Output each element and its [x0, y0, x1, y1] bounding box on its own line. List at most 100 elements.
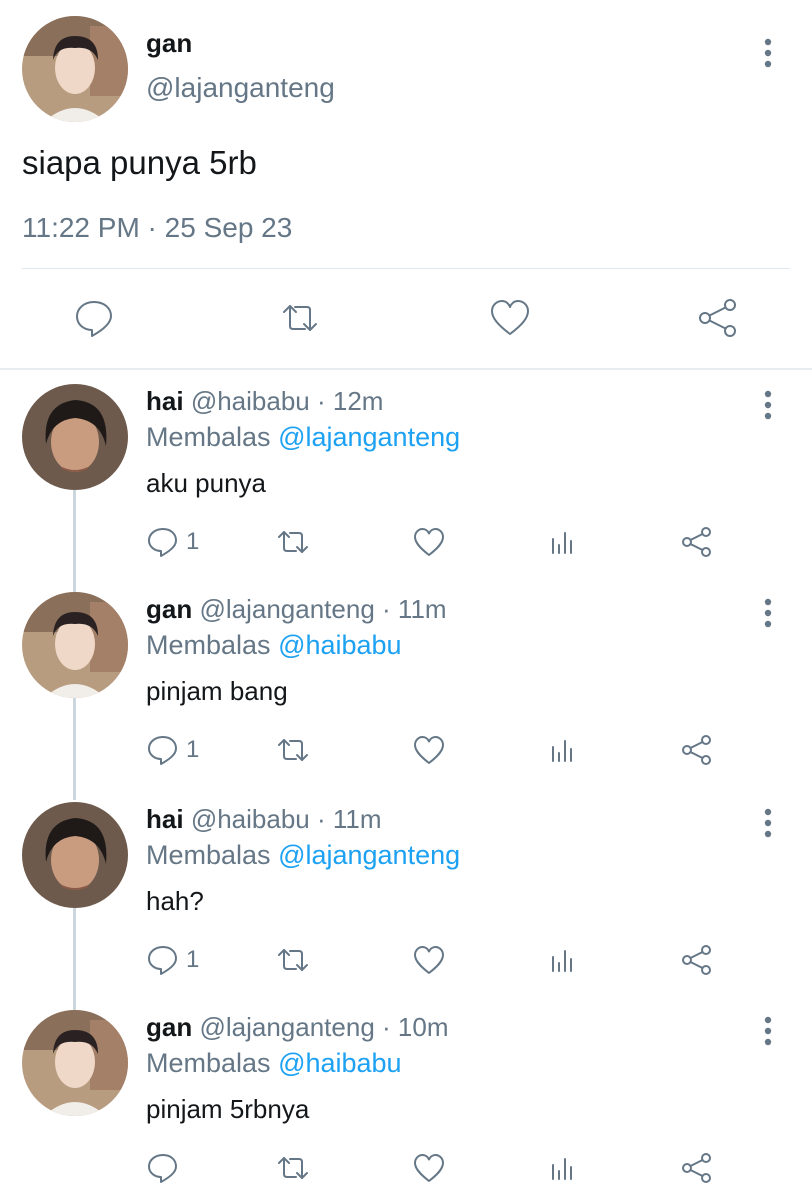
reply-header: gan @lajanganteng · 10m — [146, 1012, 449, 1043]
more-options-icon[interactable] — [760, 598, 776, 628]
more-options-icon[interactable] — [760, 390, 776, 420]
like-button[interactable] — [412, 732, 446, 768]
reply-avatar[interactable] — [22, 592, 128, 698]
replying-label: Membalas — [146, 840, 271, 870]
retweet-button[interactable] — [276, 1150, 310, 1186]
like-icon — [414, 736, 444, 764]
reply-time: 11m — [397, 594, 447, 624]
tweet-text: siapa punya 5rb — [22, 144, 257, 181]
reply-tweet: hai @haibabu · 12m Membalas @lajanganten… — [0, 370, 812, 578]
reply-text: aku punya — [146, 468, 266, 498]
divider — [22, 268, 790, 269]
reply-time: 12m — [332, 386, 384, 416]
share-icon[interactable] — [696, 296, 740, 340]
share-icon — [682, 735, 711, 765]
reply-icon[interactable] — [72, 296, 116, 340]
analytics-button[interactable] — [546, 524, 580, 560]
reply-button[interactable]: 1 — [146, 524, 199, 560]
reply-tweet: gan @lajanganteng · 10m Membalas @haibab… — [0, 996, 812, 1200]
reply-text: pinjam bang — [146, 676, 288, 706]
retweet-button[interactable] — [276, 524, 310, 560]
reply-header: hai @haibabu · 12m — [146, 386, 383, 417]
retweet-icon[interactable] — [278, 296, 322, 340]
mention-link[interactable]: @haibabu — [278, 630, 402, 660]
reply-tweet: gan @lajanganteng · 11m Membalas @haibab… — [0, 578, 812, 786]
reply-display-name[interactable]: gan — [146, 1012, 192, 1042]
share-button[interactable] — [680, 732, 714, 768]
replying-to: Membalas @lajanganteng — [146, 840, 460, 871]
reply-text: hah? — [146, 886, 204, 916]
share-icon — [682, 1153, 711, 1183]
reply-count: 1 — [186, 736, 200, 763]
mention-link[interactable]: @haibabu — [278, 1048, 402, 1078]
analytics-button[interactable] — [546, 732, 580, 768]
more-options-icon[interactable] — [760, 1016, 776, 1046]
user-handle[interactable]: @lajanganteng — [146, 72, 335, 104]
reply-count: 1 — [186, 946, 200, 973]
separator-dot: · — [316, 804, 326, 834]
share-icon — [682, 527, 711, 557]
reply-header: hai @haibabu · 11m — [146, 804, 382, 835]
reply-icon — [148, 736, 177, 765]
reply-display-name[interactable]: hai — [146, 386, 184, 416]
analytics-icon — [552, 1158, 572, 1180]
replying-label: Membalas — [146, 422, 271, 452]
main-tweet: gan @lajanganteng siapa punya 5rb 11:22 … — [0, 0, 812, 368]
reply-text: pinjam 5rbnya — [146, 1094, 310, 1124]
share-icon — [682, 945, 711, 975]
like-button[interactable] — [412, 942, 446, 978]
replying-label: Membalas — [146, 1048, 271, 1078]
like-button[interactable] — [412, 524, 446, 560]
analytics-button[interactable] — [546, 1150, 580, 1186]
analytics-icon — [552, 532, 572, 554]
analytics-icon — [552, 950, 572, 972]
more-options-icon[interactable] — [760, 808, 776, 838]
share-button[interactable] — [680, 524, 714, 560]
share-button[interactable] — [680, 1150, 714, 1186]
like-icon — [414, 946, 444, 974]
retweet-icon — [278, 1157, 308, 1179]
analytics-button[interactable] — [546, 942, 580, 978]
mention-link[interactable]: @lajanganteng — [278, 840, 460, 870]
reply-time: 10m — [397, 1012, 449, 1042]
retweet-button[interactable] — [276, 942, 310, 978]
reply-button[interactable]: 1 — [146, 942, 199, 978]
reply-time: 11m — [332, 804, 382, 834]
reply-header: gan @lajanganteng · 11m — [146, 594, 447, 625]
reply-handle[interactable]: @haibabu — [191, 386, 310, 416]
reply-icon — [148, 946, 177, 975]
reply-display-name[interactable]: hai — [146, 804, 184, 834]
reply-handle[interactable]: @lajanganteng — [199, 1012, 374, 1042]
more-options-icon[interactable] — [760, 38, 776, 68]
display-name[interactable]: gan — [146, 28, 192, 59]
share-button[interactable] — [680, 942, 714, 978]
like-icon — [414, 1154, 444, 1182]
reply-button[interactable]: 1 — [146, 732, 199, 768]
reply-icon — [148, 528, 177, 557]
tweet-timestamp: 11:22 PM · 25 Sep 23 — [22, 212, 293, 243]
retweet-button[interactable] — [276, 732, 310, 768]
reply-handle[interactable]: @lajanganteng — [199, 594, 374, 624]
like-icon — [414, 528, 444, 556]
retweet-icon — [278, 531, 308, 553]
retweet-icon — [278, 739, 308, 761]
reply-count: 1 — [186, 528, 200, 555]
separator-dot: · — [382, 594, 391, 624]
replying-to: Membalas @haibabu — [146, 1048, 402, 1079]
mention-link[interactable]: @lajanganteng — [278, 422, 460, 452]
reply-display-name[interactable]: gan — [146, 594, 192, 624]
avatar-gan[interactable] — [22, 16, 128, 122]
replying-to: Membalas @haibabu — [146, 630, 402, 661]
separator-dot: · — [382, 1012, 391, 1042]
reply-avatar[interactable] — [22, 802, 128, 908]
like-button[interactable] — [412, 1150, 446, 1186]
reply-avatar[interactable] — [22, 384, 128, 490]
analytics-icon — [552, 740, 572, 762]
separator-dot: · — [316, 386, 326, 416]
like-icon[interactable] — [488, 296, 532, 340]
reply-button[interactable] — [146, 1150, 186, 1186]
replying-to: Membalas @lajanganteng — [146, 422, 460, 453]
reply-avatar[interactable] — [22, 1010, 128, 1116]
reply-tweet: hai @haibabu · 11m Membalas @lajanganten… — [0, 788, 812, 996]
reply-handle[interactable]: @haibabu — [191, 804, 310, 834]
